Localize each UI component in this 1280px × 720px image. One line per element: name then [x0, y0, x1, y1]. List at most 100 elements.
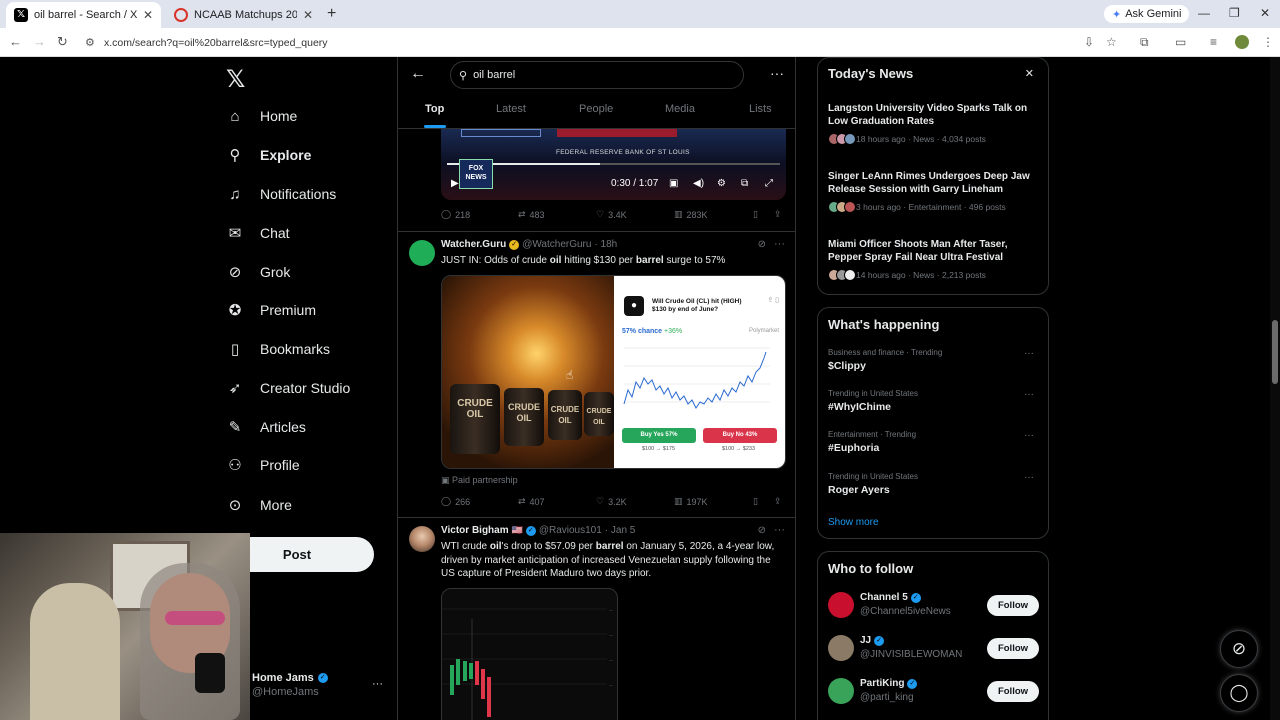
new-tab-button[interactable]: +: [327, 5, 336, 23]
settings-gear-icon[interactable]: ⚙: [717, 178, 726, 189]
follow-suggestion[interactable]: PartiKing ✓ @parti_king Follow: [828, 678, 1039, 708]
scrollbar-thumb[interactable]: [1272, 320, 1278, 384]
reply-button[interactable]: ◯ 266: [441, 496, 470, 507]
install-app-icon[interactable]: ⇩: [1084, 35, 1094, 49]
tab-people[interactable]: People: [579, 103, 613, 115]
nav-creator-studio[interactable]: ➶ Creator Studio: [224, 373, 351, 403]
follow-button[interactable]: Follow: [987, 595, 1039, 616]
close-icon[interactable]: ✕: [1025, 67, 1034, 80]
follow-suggestion[interactable]: Channel 5 ✓ @Channel5iveNews Follow: [828, 592, 1039, 622]
news-item[interactable]: Langston University Video Sparks Talk on…: [828, 102, 1038, 145]
pip-icon[interactable]: ⧉: [741, 178, 748, 189]
tweet-chart-image[interactable]: — — — —: [441, 588, 618, 720]
chat-floating-button[interactable]: ◯: [1220, 674, 1258, 712]
back-arrow-icon[interactable]: ←: [410, 65, 426, 83]
nav-grok[interactable]: ⊘ Grok: [224, 257, 291, 287]
nav-articles[interactable]: ✎ Articles: [224, 412, 306, 442]
tweet-author-handle[interactable]: @Ravious101: [539, 525, 602, 536]
like-button[interactable]: ♡ 3.2K: [596, 496, 627, 507]
tweet-timestamp[interactable]: · 18h: [594, 239, 617, 250]
video-progress-bar[interactable]: [447, 163, 780, 165]
views-button[interactable]: ▥ 283K: [674, 209, 708, 220]
volume-icon[interactable]: ◀): [693, 178, 704, 189]
reading-list-icon[interactable]: ≡: [1210, 35, 1217, 49]
follow-button[interactable]: Follow: [987, 681, 1039, 702]
page-scrollbar[interactable]: [1270, 57, 1280, 720]
search-more-icon[interactable]: ···: [770, 65, 784, 81]
trend-item[interactable]: Business and finance · Trending $Clippy …: [828, 348, 1038, 372]
nav-home[interactable]: ⌂ Home: [224, 101, 297, 131]
restore-window-icon[interactable]: ❐: [1229, 6, 1240, 20]
account-switcher[interactable]: Home Jams ✓ @HomeJams ···: [252, 672, 387, 698]
tab-latest[interactable]: Latest: [496, 103, 526, 115]
fullscreen-icon[interactable]: ⤢: [765, 178, 773, 189]
share-button[interactable]: ⇪: [774, 209, 782, 220]
grok-floating-button[interactable]: ⊘: [1220, 630, 1258, 668]
avatar[interactable]: [828, 635, 854, 661]
tweet-more-icon[interactable]: ···: [774, 238, 785, 250]
tab-media[interactable]: Media: [665, 103, 695, 115]
victorbigham-avatar[interactable]: [409, 526, 435, 552]
search-input[interactable]: ⚲ oil barrel: [450, 61, 744, 89]
bookmark-star-icon[interactable]: ☆: [1106, 35, 1117, 49]
tweet-author-handle[interactable]: @WatcherGuru: [522, 239, 591, 250]
browser-tab-ncaab[interactable]: NCAAB Matchups 2025-2026 - ✕: [166, 2, 321, 28]
play-icon[interactable]: ▶: [451, 178, 459, 189]
tab-lists[interactable]: Lists: [749, 103, 772, 115]
reply-button[interactable]: ◯ 218: [441, 209, 470, 220]
trend-item[interactable]: Entertainment · Trending #Euphoria ···: [828, 430, 1038, 454]
nav-premium[interactable]: ✪ Premium: [224, 295, 316, 325]
nav-notifications[interactable]: ♫ Notifications: [224, 179, 336, 209]
nav-profile[interactable]: ⚇ Profile: [224, 450, 299, 480]
close-tab-icon[interactable]: ✕: [303, 8, 313, 22]
browser-tab-x-search[interactable]: 𝕏 oil barrel - Search / X ✕: [6, 2, 161, 28]
captions-icon[interactable]: ▣: [669, 178, 678, 189]
tweet-more-icon[interactable]: ···: [774, 524, 785, 536]
ask-gemini-button[interactable]: ✦ Ask Gemini: [1104, 5, 1190, 23]
nav-chat[interactable]: ✉ Chat: [224, 218, 290, 248]
profile-avatar[interactable]: [1235, 35, 1249, 49]
follow-button[interactable]: Follow: [987, 638, 1039, 659]
watcherguru-avatar[interactable]: [409, 240, 435, 266]
repost-button[interactable]: ⇄ 407: [518, 496, 545, 507]
grok-explain-icon[interactable]: ⊘: [758, 239, 766, 250]
tweet-timestamp[interactable]: · Jan 5: [605, 525, 636, 536]
nav-more[interactable]: ⊙ More: [224, 490, 292, 520]
trend-more-icon[interactable]: ···: [1024, 472, 1034, 483]
back-nav-icon[interactable]: ←: [9, 34, 22, 49]
bookmark-button[interactable]: ▯: [753, 209, 758, 220]
views-button[interactable]: ▥ 197K: [674, 496, 708, 507]
show-more-link[interactable]: Show more: [828, 517, 879, 528]
grok-explain-icon[interactable]: ⊘: [758, 525, 766, 536]
news-item[interactable]: Singer LeAnn Rimes Undergoes Deep Jaw Re…: [828, 170, 1038, 213]
nav-explore[interactable]: ⚲ Explore: [224, 140, 312, 170]
bookmark-button[interactable]: ▯: [753, 496, 758, 507]
tweet-author-name[interactable]: Victor Bigham: [441, 525, 509, 536]
extensions-icon[interactable]: ⧉: [1140, 35, 1149, 50]
trend-more-icon[interactable]: ···: [1024, 348, 1034, 359]
share-button[interactable]: ⇪: [774, 496, 782, 507]
minimize-window-icon[interactable]: —: [1198, 6, 1210, 20]
site-info-icon[interactable]: ⚙: [85, 36, 95, 49]
x-logo-icon[interactable]: 𝕏: [226, 65, 245, 94]
tweet-author-name[interactable]: Watcher.Guru: [441, 239, 506, 250]
trend-item[interactable]: Trending in United States #WhyIChime ···: [828, 389, 1038, 413]
reload-icon[interactable]: ↻: [57, 34, 68, 50]
sidebar-icon[interactable]: ▭: [1175, 35, 1186, 49]
browser-menu-icon[interactable]: ⋮: [1262, 35, 1274, 49]
trend-item[interactable]: Trending in United States Roger Ayers ··…: [828, 472, 1038, 496]
repost-button[interactable]: ⇄ 483: [518, 209, 545, 220]
news-item[interactable]: Miami Officer Shoots Man After Taser, Pe…: [828, 238, 1038, 281]
avatar[interactable]: [828, 592, 854, 618]
nav-bookmarks[interactable]: ▯ Bookmarks: [224, 334, 330, 364]
trend-more-icon[interactable]: ···: [1024, 430, 1034, 441]
follow-suggestion[interactable]: JJ ✓ @JINVISIBLEWOMAN Follow: [828, 635, 1039, 665]
url-field[interactable]: x.com/search?q=oil%20barrel&src=typed_qu…: [104, 37, 328, 49]
close-tab-icon[interactable]: ✕: [143, 8, 153, 22]
avatar[interactable]: [828, 678, 854, 704]
forward-nav-icon[interactable]: →: [33, 34, 46, 49]
video-player[interactable]: FEDERAL RESERVE BANK OF ST LOUIS FOX NEW…: [441, 129, 786, 200]
trend-more-icon[interactable]: ···: [1024, 389, 1034, 400]
tab-top[interactable]: Top: [425, 103, 444, 115]
like-button[interactable]: ♡ 3.4K: [596, 209, 627, 220]
